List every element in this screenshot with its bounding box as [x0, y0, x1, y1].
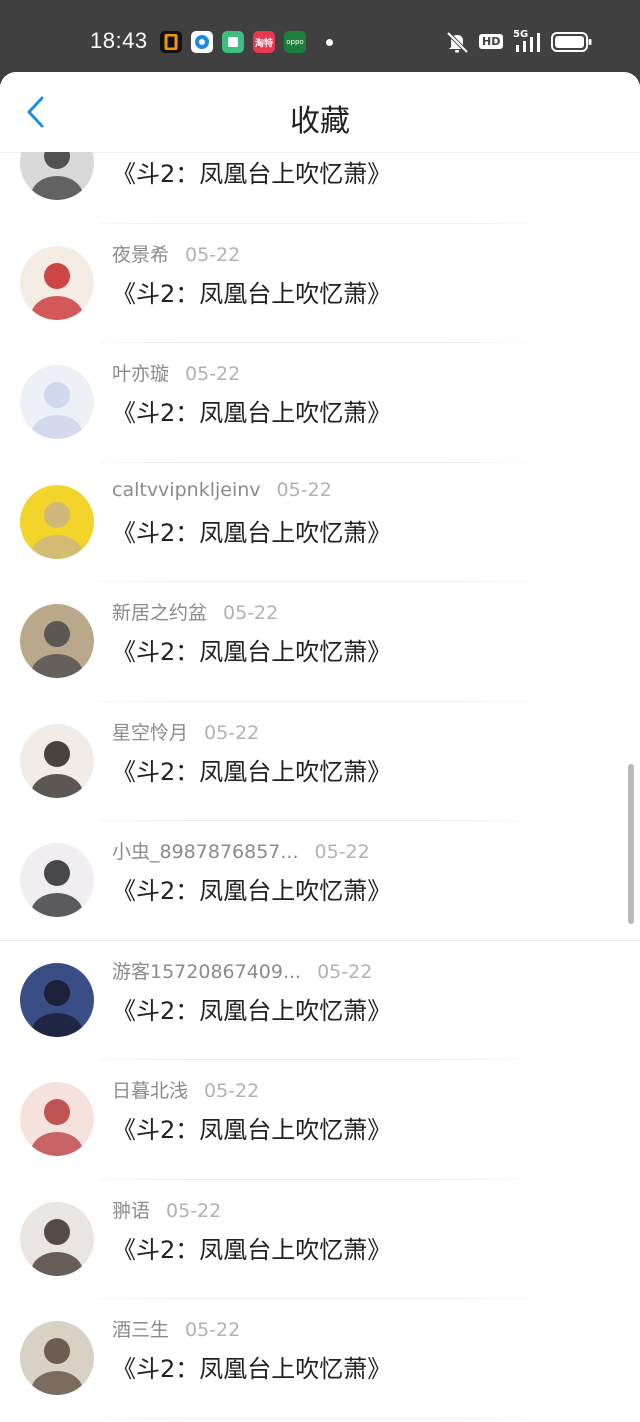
- post-title[interactable]: 《斗2：凤凰台上吹忆萧》: [112, 752, 391, 787]
- list-item[interactable]: 小虫_8987876857... 05-22 《斗2：凤凰台上吹忆萧》: [0, 821, 640, 941]
- list-item[interactable]: 日暮北浅 05-22 《斗2：凤凰台上吹忆萧》: [0, 1060, 640, 1180]
- avatar[interactable]: [20, 365, 94, 439]
- list-item[interactable]: 叶亦璇 05-22 《斗2：凤凰台上吹忆萧》: [0, 343, 640, 463]
- post-date: 05-22: [185, 243, 241, 266]
- item-meta: 叶亦璇 05-22: [112, 359, 240, 386]
- post-title[interactable]: 《斗2：凤凰台上吹忆萧》: [112, 393, 391, 428]
- avatar[interactable]: [20, 1321, 94, 1395]
- post-title[interactable]: 《斗2：凤凰台上吹忆萧》: [112, 154, 391, 189]
- hd-icon: HD: [479, 34, 504, 49]
- item-meta: 小虫_8987876857... 05-22: [112, 837, 370, 864]
- battery-icon: [551, 31, 593, 57]
- list-item[interactable]: caltvvipnkljeinv 05-22 《斗2：凤凰台上吹忆萧》: [0, 463, 640, 582]
- list-item[interactable]: 符符虎虎福福05-22《斗2：凤凰台上吹忆萧》: [0, 152, 640, 224]
- avatar[interactable]: [20, 152, 94, 200]
- item-meta: 酒三生 05-22: [112, 1315, 240, 1342]
- user-name[interactable]: 酒三生: [112, 1319, 169, 1341]
- avatar[interactable]: [20, 484, 94, 559]
- signal-bars-icon: [514, 32, 544, 58]
- post-title[interactable]: 《斗2：凤凰台上吹忆萧》: [112, 274, 391, 309]
- item-meta: 夜景希 05-22: [112, 240, 240, 267]
- avatar[interactable]: [20, 1082, 94, 1156]
- favorites-list[interactable]: 符符虎虎福福05-22《斗2：凤凰台上吹忆萧》夜景希 05-22 《斗2：凤凰台上吹…: [0, 152, 640, 1422]
- list-item[interactable]: 新居之约盆 05-22 《斗2：凤凰台上吹忆萧》: [0, 582, 640, 702]
- header-bar: 收藏: [0, 72, 640, 153]
- user-name[interactable]: 夜景希: [112, 244, 169, 266]
- page-title: 收藏: [290, 104, 350, 139]
- user-name[interactable]: 叶亦璇: [112, 363, 169, 385]
- notification-dot-icon: [326, 39, 333, 46]
- post-title[interactable]: 《斗2：凤凰台上吹忆萧》: [112, 871, 391, 906]
- user-name[interactable]: 小虫_8987876857...: [112, 841, 299, 863]
- post-date: 05-22: [317, 960, 373, 983]
- list-item[interactable]: 星空怜月 05-22 《斗2：凤凰台上吹忆萧》: [0, 702, 640, 821]
- avatar[interactable]: [20, 1201, 94, 1276]
- row-divider: [100, 1417, 530, 1419]
- circle-app-icon: [191, 31, 213, 53]
- user-name[interactable]: 新居之约盆: [112, 602, 207, 624]
- green-book-app-icon: [222, 31, 244, 53]
- item-meta: 星空怜月 05-22: [112, 718, 259, 745]
- post-title[interactable]: 《斗2：凤凰台上吹忆萧》: [112, 991, 391, 1026]
- list-item[interactable]: 翀语 05-22 《斗2：凤凰台上吹忆萧》: [0, 1180, 640, 1299]
- user-name[interactable]: caltvvipnkljeinv: [112, 479, 261, 501]
- user-name[interactable]: 翀语: [112, 1200, 150, 1222]
- post-date: 05-22: [204, 1080, 260, 1102]
- post-date: 05-22: [185, 1319, 241, 1341]
- item-meta: 日暮北浅 05-22: [112, 1076, 259, 1103]
- scrollbar[interactable]: [628, 764, 634, 924]
- post-title[interactable]: 《斗2：凤凰台上吹忆萧》: [112, 1110, 391, 1145]
- post-date: 05-22: [276, 478, 332, 501]
- item-meta: 新居之约盆 05-22: [112, 598, 278, 625]
- oppo-app-icon: oppo: [284, 31, 306, 53]
- avatar[interactable]: [20, 962, 94, 1037]
- orange-square-app-icon: [160, 31, 182, 53]
- post-date: 05-22: [223, 602, 279, 624]
- list-item[interactable]: 夜景希 05-22 《斗2：凤凰台上吹忆萧》: [0, 224, 640, 343]
- post-title[interactable]: 《斗2：凤凰台上吹忆萧》: [112, 1230, 391, 1265]
- post-title[interactable]: 《斗2：凤凰台上吹忆萧》: [112, 632, 391, 667]
- item-meta: 游客15720867409... 05-22: [112, 957, 372, 984]
- user-name[interactable]: 游客15720867409...: [112, 961, 301, 983]
- post-date: 05-22: [314, 841, 370, 863]
- avatar[interactable]: [20, 604, 94, 678]
- status-time: 18:43: [90, 28, 148, 53]
- avatar[interactable]: [20, 843, 94, 917]
- post-date: 05-22: [185, 363, 241, 385]
- user-name[interactable]: 日暮北浅: [112, 1080, 188, 1102]
- mute-bell-icon: [443, 28, 471, 60]
- list-item[interactable]: 游客15720867409... 05-22 《斗2：凤凰台上吹忆萧》: [0, 941, 640, 1060]
- post-date: 05-22: [204, 721, 260, 744]
- list-item[interactable]: 酒三生 05-22 《斗2：凤凰台上吹忆萧》: [0, 1299, 640, 1419]
- avatar[interactable]: [20, 723, 94, 798]
- avatar[interactable]: [20, 245, 94, 320]
- item-meta: 翀语 05-22: [112, 1196, 221, 1223]
- post-title[interactable]: 《斗2：凤凰台上吹忆萧》: [112, 1349, 391, 1384]
- taobao-app-icon: 淘特: [253, 31, 275, 53]
- user-name[interactable]: 星空怜月: [112, 722, 188, 744]
- item-meta: caltvvipnkljeinv 05-22: [112, 479, 332, 501]
- post-title[interactable]: 《斗2：凤凰台上吹忆萧》: [112, 513, 391, 548]
- post-date: 05-22: [166, 1199, 222, 1222]
